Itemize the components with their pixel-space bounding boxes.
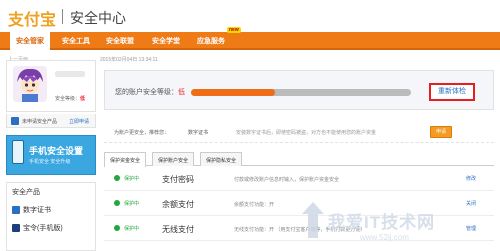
- header-divider: [62, 9, 63, 24]
- phone-security-banner[interactable]: 手机安全设置 手机安全 安全升级: [6, 135, 96, 175]
- digital-certificate-icon: [12, 206, 20, 215]
- table-row: 保护中 支付密码 付款或修改账户信息时输入，保护账户资金安全 修改: [104, 166, 494, 191]
- row-status: 保护中: [124, 176, 140, 182]
- table-row: 保护中 余额支付 余额支付功能：开 关闭: [104, 191, 494, 216]
- account-level-value: 低: [178, 89, 185, 96]
- nav-item-emergency-service[interactable]: 应急服务: [197, 36, 225, 46]
- products-title: 安全产品: [12, 189, 40, 196]
- row-description: 无线支付功能：开 （用支付宝客户端等，手机付款更方便）: [234, 227, 366, 233]
- product-digital-certificate[interactable]: 数字证书: [12, 205, 51, 215]
- recommend-label: 为账户更安全，推荐您：: [114, 130, 170, 136]
- tab-fund-security[interactable]: 保护资金安全: [104, 152, 147, 167]
- product-mobile-token[interactable]: 宝令(手机版): [12, 223, 63, 233]
- nav-item-security-school[interactable]: 安全学堂: [152, 36, 180, 46]
- tab-privacy-security[interactable]: 保护隐私安全: [200, 152, 243, 166]
- row-description: 余额支付功能：开: [234, 202, 275, 208]
- security-level-value: 低: [80, 96, 86, 102]
- security-tabs: 保护资金安全 保护账户安全 保护隐私安全: [104, 152, 494, 167]
- main-nav: 安全管家 安全工具 安全联盟 安全学堂 应急服务 new: [0, 27, 500, 50]
- check-icon: [114, 225, 120, 231]
- cert-row: 未申请安全产品 立即申请: [6, 114, 96, 128]
- account-level-label: 您的账户安全等级：低: [115, 89, 185, 96]
- security-progress-fill: [191, 89, 275, 96]
- mobile-token-icon: [12, 224, 20, 233]
- alipay-logo[interactable]: 支付宝: [8, 6, 56, 30]
- check-icon: [114, 200, 120, 206]
- nav-item-security-tools[interactable]: 安全工具: [62, 36, 90, 46]
- tab-account-security[interactable]: 保护账户安全: [152, 152, 195, 166]
- row-name: 支付密码: [162, 175, 194, 184]
- recommend-desc: 安装数字证书后，即使密码被盗，对方也不能使用您的账户资金: [236, 130, 377, 136]
- avatar[interactable]: [13, 66, 47, 102]
- page-header: 支付宝 安全中心: [0, 0, 500, 32]
- row-name: 无线支付: [162, 225, 194, 234]
- table-row: 保护中 无线支付 无线支付功能：开 （用支付宝客户端等，手机付款更方便） 管理: [104, 216, 494, 241]
- sidebar: 安全等级：低 未申请安全产品 立即申请 手机安全设置 手机安全 安全升级 安全产…: [6, 60, 96, 251]
- username: [55, 71, 85, 77]
- phone-banner-title: 手机安全设置: [29, 146, 84, 156]
- security-level: 安全等级：低: [55, 96, 86, 102]
- recommend-product: 数字证书: [188, 130, 209, 136]
- row-name: 余额支付: [162, 200, 194, 209]
- recheck-button[interactable]: 重新体检: [429, 83, 475, 101]
- login-time: 2015年02月04日 13:34:11: [100, 57, 158, 63]
- page-title: 安全中心: [70, 10, 126, 26]
- profile-box: 安全等级：低: [6, 60, 96, 112]
- apply-now-link[interactable]: 立即申请: [69, 118, 89, 125]
- security-level-panel: 您的账户安全等级：低 重新体检: [104, 70, 494, 110]
- main-content: 您的账户安全等级：低 重新体检 为账户更安全，推荐您： 数字证书 安装数字证书后…: [104, 66, 494, 251]
- security-progress-bar: [191, 89, 411, 96]
- check-icon: [114, 175, 120, 181]
- phone-icon: [12, 140, 24, 164]
- apply-button[interactable]: 申请: [430, 126, 452, 138]
- certificate-icon: [11, 117, 19, 125]
- modify-link[interactable]: 修改: [466, 175, 476, 182]
- row-status: 保护中: [124, 201, 140, 207]
- security-products: 安全产品 数字证书 宝令(手机版): [6, 182, 96, 251]
- row-description: 付款或修改账户信息时输入，保护账户资金安全: [234, 177, 340, 183]
- recommendation-row: 为账户更安全，推荐您： 数字证书 安装数字证书后，即使密码被盗，对方也不能使用您…: [104, 121, 494, 143]
- cert-status-text: 未申请安全产品: [22, 119, 58, 125]
- new-badge: new: [227, 27, 241, 33]
- nav-item-security-alliance[interactable]: 安全联盟: [106, 36, 134, 46]
- row-status: 保护中: [124, 226, 140, 232]
- nav-item-security-manager[interactable]: 安全管家: [10, 29, 50, 50]
- close-link[interactable]: 关闭: [466, 200, 476, 207]
- phone-banner-subtitle: 手机安全 安全升级: [29, 159, 71, 165]
- manage-link[interactable]: 管理: [466, 225, 476, 232]
